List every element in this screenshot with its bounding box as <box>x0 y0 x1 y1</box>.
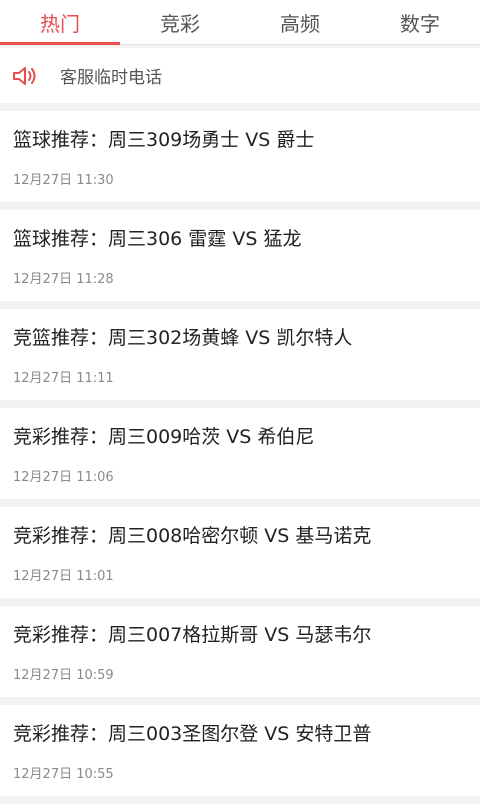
article-time: 12月27日 11:28 <box>13 272 114 287</box>
tab-hot[interactable]: 热门 <box>0 0 120 45</box>
article-time: 12月27日 11:06 <box>13 470 114 485</box>
article-title: 竞彩推荐：周三009哈茨 VS 希伯尼 <box>13 426 315 448</box>
tab-gaopin[interactable]: 高频 <box>240 0 360 44</box>
article-item[interactable]: 竞彩推荐：周三007格拉斯哥 VS 马瑟韦尔 12月27日 10:59 <box>0 606 480 697</box>
tab-label: 数字 <box>400 11 440 36</box>
notice-bar[interactable]: 客服临时电话 <box>0 48 480 103</box>
notice-text: 客服临时电话 <box>60 68 162 88</box>
tab-bar: 热门 竞彩 高频 数字 <box>0 0 480 45</box>
article-title: 竞彩推荐：周三007格拉斯哥 VS 马瑟韦尔 <box>13 624 372 646</box>
article-time: 12月27日 11:11 <box>13 371 114 386</box>
speaker-icon <box>12 65 40 87</box>
article-time: 12月27日 10:59 <box>13 668 114 683</box>
article-time: 12月27日 11:30 <box>13 173 114 188</box>
tab-label: 竞彩 <box>160 11 200 36</box>
article-title: 篮球推荐：周三306 雷霆 VS 猛龙 <box>13 228 302 250</box>
article-time: 12月27日 10:55 <box>13 767 114 782</box>
article-title: 竞彩推荐：周三008哈密尔顿 VS 基马诺克 <box>13 525 372 547</box>
article-item[interactable]: 竞篮推荐：周三302场黄蜂 VS 凯尔特人 12月27日 11:11 <box>0 309 480 400</box>
article-item[interactable]: 竞彩推荐：周三009哈茨 VS 希伯尼 12月27日 11:06 <box>0 408 480 499</box>
article-item[interactable]: 篮球推荐：周三306 雷霆 VS 猛龙 12月27日 11:28 <box>0 210 480 301</box>
article-item[interactable]: 竞彩推荐：周三008哈密尔顿 VS 基马诺克 12月27日 11:01 <box>0 507 480 598</box>
article-title: 篮球推荐：周三309场勇士 VS 爵士 <box>13 129 315 151</box>
article-title: 竞彩推荐：周三003圣图尔登 VS 安特卫普 <box>13 723 372 745</box>
article-list: 篮球推荐：周三309场勇士 VS 爵士 12月27日 11:30 篮球推荐：周三… <box>0 111 480 804</box>
article-item[interactable]: 竞彩推荐：周三003圣图尔登 VS 安特卫普 12月27日 10:55 <box>0 705 480 796</box>
article-item[interactable]: 篮球推荐：周三309场勇士 VS 爵士 12月27日 11:30 <box>0 111 480 202</box>
tab-label: 高频 <box>280 11 320 36</box>
article-title: 竞篮推荐：周三302场黄蜂 VS 凯尔特人 <box>13 327 353 349</box>
article-time: 12月27日 11:01 <box>13 569 114 584</box>
tab-label: 热门 <box>40 11 80 36</box>
active-tab-indicator <box>0 42 120 45</box>
tab-shuzi[interactable]: 数字 <box>360 0 480 44</box>
tab-jingcai[interactable]: 竞彩 <box>120 0 240 44</box>
